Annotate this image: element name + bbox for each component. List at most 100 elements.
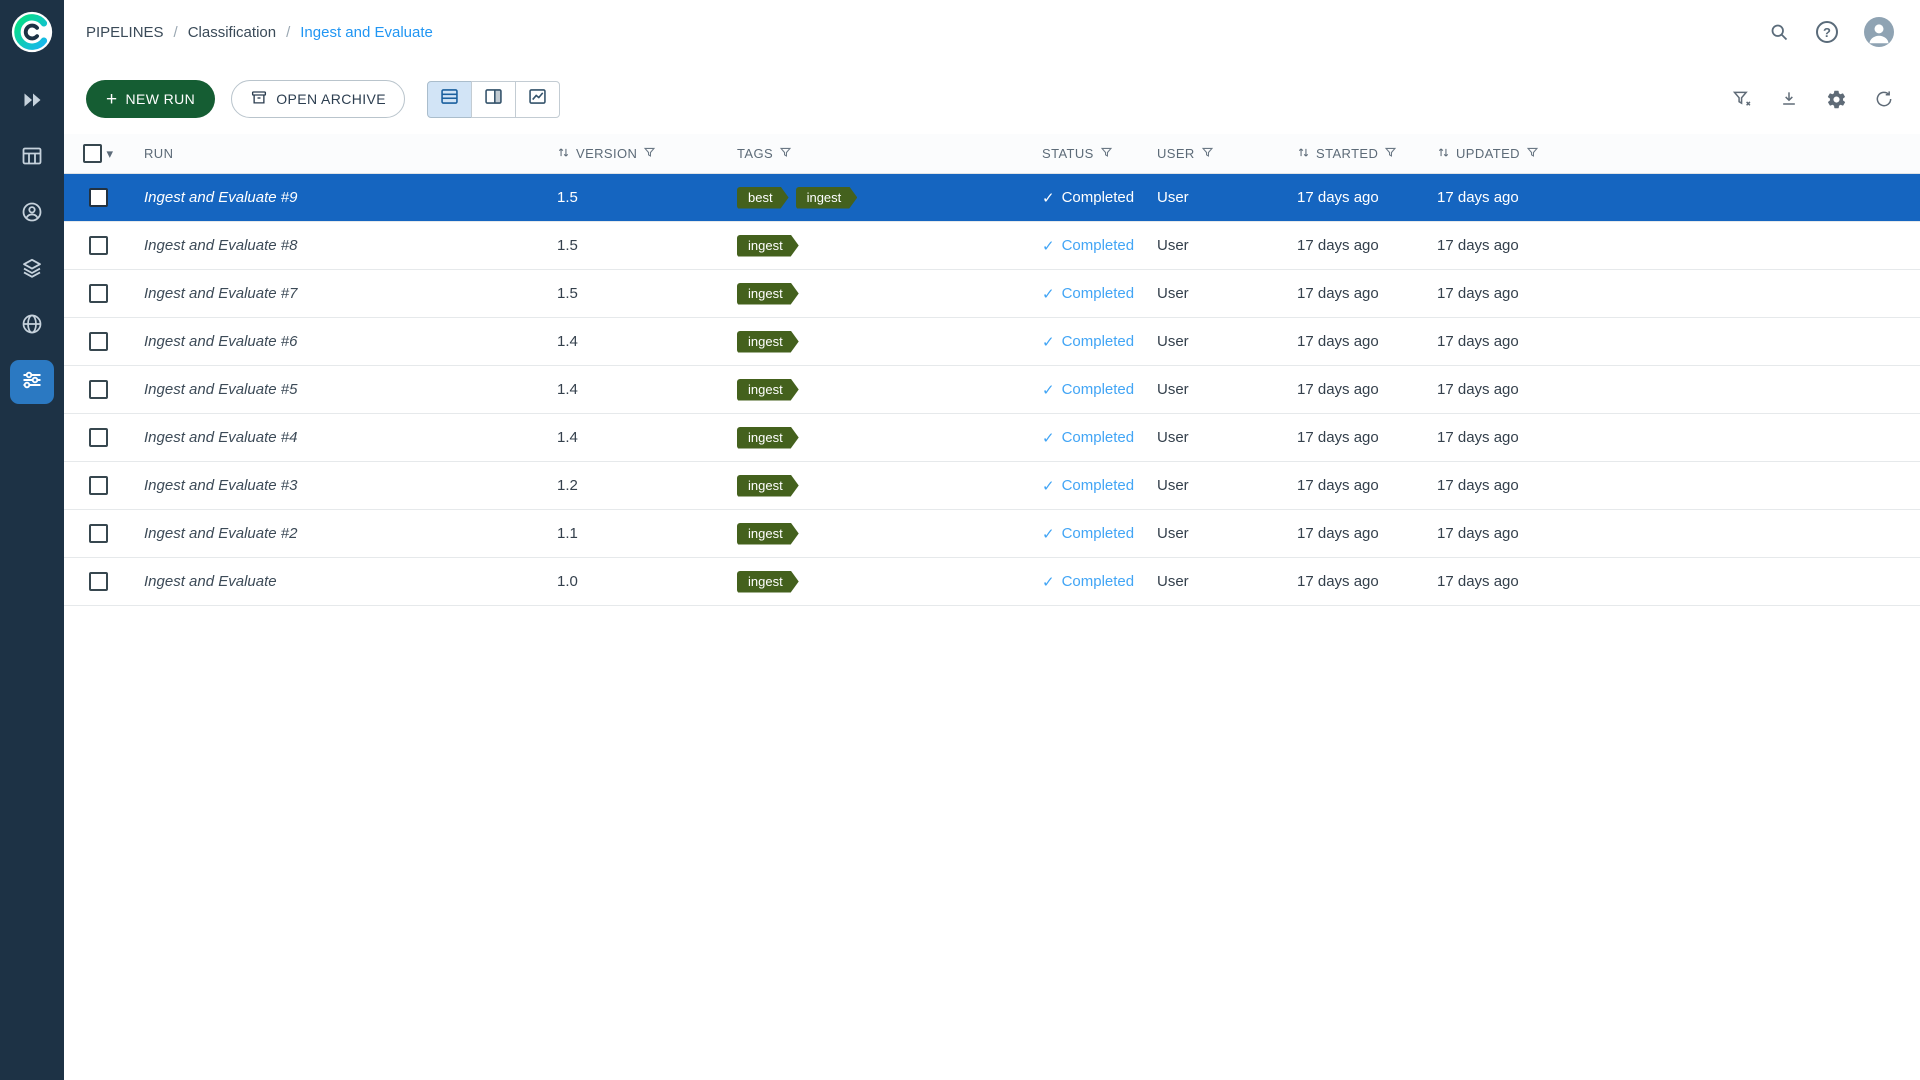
completed-check-icon: ✓: [1042, 477, 1055, 495]
sidebar-item-datasets[interactable]: [10, 136, 54, 180]
column-header-started[interactable]: STARTED: [1285, 146, 1425, 162]
run-started: 17 days ago: [1285, 429, 1425, 446]
sidebar-item-projects[interactable]: [10, 80, 54, 124]
row-checkbox[interactable]: [89, 188, 108, 207]
run-tags: ingest: [725, 475, 1030, 497]
status-text: Completed: [1062, 573, 1135, 590]
run-updated: 17 days ago: [1425, 573, 1920, 590]
row-checkbox[interactable]: [89, 524, 108, 543]
run-name[interactable]: Ingest and Evaluate #3: [144, 477, 297, 494]
search-icon[interactable]: [1769, 22, 1790, 43]
run-version: 1.5: [545, 285, 725, 302]
col-run-label: RUN: [144, 146, 173, 161]
table-row[interactable]: Ingest and Evaluate #2 1.1 ingest ✓ Comp…: [64, 510, 1920, 558]
table-row[interactable]: Ingest and Evaluate #7 1.5 ingest ✓ Comp…: [64, 270, 1920, 318]
run-started: 17 days ago: [1285, 573, 1425, 590]
col-started-label: STARTED: [1316, 146, 1378, 161]
sidebar-item-workers-queues[interactable]: [10, 192, 54, 236]
breadcrumb-pipelines[interactable]: PIPELINES: [86, 24, 164, 41]
run-name[interactable]: Ingest and Evaluate #5: [144, 381, 297, 398]
run-name[interactable]: Ingest and Evaluate #7: [144, 285, 297, 302]
filter-icon[interactable]: [779, 146, 792, 162]
plus-icon: +: [106, 90, 118, 109]
row-checkbox[interactable]: [89, 380, 108, 399]
status-text: Completed: [1062, 381, 1135, 398]
caret-down-icon[interactable]: ▾: [107, 147, 114, 160]
split-view-icon: [483, 86, 504, 112]
sort-icon[interactable]: [1297, 146, 1310, 162]
row-checkbox[interactable]: [89, 284, 108, 303]
breadcrumb-project[interactable]: Classification: [188, 24, 276, 41]
filter-icon[interactable]: [1201, 146, 1214, 162]
run-updated: 17 days ago: [1425, 285, 1920, 302]
run-version: 1.1: [545, 525, 725, 542]
profile-avatar[interactable]: [1864, 17, 1894, 47]
column-header-version[interactable]: VERSION: [545, 146, 725, 162]
row-checkbox[interactable]: [89, 332, 108, 351]
chart-view-button[interactable]: [515, 81, 560, 118]
completed-check-icon: ✓: [1042, 237, 1055, 255]
run-tags: ingest: [725, 283, 1030, 305]
run-started: 17 days ago: [1285, 189, 1425, 206]
breadcrumb-separator: /: [286, 24, 290, 41]
run-updated: 17 days ago: [1425, 237, 1920, 254]
table-row[interactable]: Ingest and Evaluate #9 1.5 bestingest ✓ …: [64, 174, 1920, 222]
tag-ingest: ingest: [737, 427, 799, 449]
sort-icon[interactable]: [1437, 146, 1450, 162]
projects-icon: [20, 88, 44, 117]
run-name[interactable]: Ingest and Evaluate #9: [144, 189, 297, 206]
column-header-updated[interactable]: UPDATED: [1425, 146, 1920, 162]
col-user-label: USER: [1157, 146, 1195, 161]
run-name[interactable]: Ingest and Evaluate #6: [144, 333, 297, 350]
column-header-tags[interactable]: TAGS: [725, 146, 1030, 162]
clear-filters-icon[interactable]: [1732, 89, 1752, 109]
sidebar-item-model-repository[interactable]: [10, 248, 54, 292]
row-checkbox[interactable]: [89, 236, 108, 255]
run-name[interactable]: Ingest and Evaluate #8: [144, 237, 297, 254]
run-user: User: [1145, 333, 1285, 350]
row-checkbox[interactable]: [89, 572, 108, 591]
sort-icon[interactable]: [557, 146, 570, 162]
column-header-run[interactable]: RUN: [132, 146, 545, 161]
column-header-status[interactable]: STATUS: [1030, 146, 1145, 162]
run-user: User: [1145, 477, 1285, 494]
settings-gear-icon[interactable]: [1826, 89, 1847, 110]
download-icon[interactable]: [1779, 89, 1799, 109]
row-checkbox[interactable]: [89, 428, 108, 447]
open-archive-button[interactable]: OPEN ARCHIVE: [231, 80, 405, 118]
table-row[interactable]: Ingest and Evaluate #6 1.4 ingest ✓ Comp…: [64, 318, 1920, 366]
table-row[interactable]: Ingest and Evaluate #8 1.5 ingest ✓ Comp…: [64, 222, 1920, 270]
new-run-button[interactable]: + NEW RUN: [86, 80, 215, 118]
detail-view-button[interactable]: [471, 81, 516, 118]
table-row[interactable]: Ingest and Evaluate 1.0 ingest ✓ Complet…: [64, 558, 1920, 606]
table-row[interactable]: Ingest and Evaluate #5 1.4 ingest ✓ Comp…: [64, 366, 1920, 414]
select-all-checkbox[interactable]: [83, 144, 102, 163]
run-user: User: [1145, 381, 1285, 398]
sidebar-item-pipelines[interactable]: [10, 360, 54, 404]
row-checkbox[interactable]: [89, 476, 108, 495]
col-status-label: STATUS: [1042, 146, 1094, 161]
run-updated: 17 days ago: [1425, 381, 1920, 398]
filter-icon[interactable]: [643, 146, 656, 162]
run-updated: 17 days ago: [1425, 429, 1920, 446]
run-name[interactable]: Ingest and Evaluate: [144, 573, 277, 590]
table-view-button[interactable]: [427, 81, 472, 118]
run-name[interactable]: Ingest and Evaluate #4: [144, 429, 297, 446]
status-cell: ✓ Completed: [1030, 237, 1145, 255]
help-icon[interactable]: ?: [1816, 21, 1838, 43]
filter-icon[interactable]: [1100, 146, 1113, 162]
clearml-logo[interactable]: [10, 10, 54, 54]
filter-icon[interactable]: [1384, 146, 1397, 162]
table-row[interactable]: Ingest and Evaluate #4 1.4 ingest ✓ Comp…: [64, 414, 1920, 462]
run-tags: ingest: [725, 427, 1030, 449]
col-version-label: VERSION: [576, 146, 637, 161]
filter-icon[interactable]: [1526, 146, 1539, 162]
sidebar-item-hyper-datasets[interactable]: [10, 304, 54, 348]
archive-icon: [250, 89, 268, 110]
table-body: Ingest and Evaluate #9 1.5 bestingest ✓ …: [64, 174, 1920, 606]
auto-refresh-icon[interactable]: [1874, 89, 1894, 109]
table-row[interactable]: Ingest and Evaluate #3 1.2 ingest ✓ Comp…: [64, 462, 1920, 510]
column-header-user[interactable]: USER: [1145, 146, 1285, 162]
pipelines-icon: [20, 368, 44, 397]
run-name[interactable]: Ingest and Evaluate #2: [144, 525, 297, 542]
